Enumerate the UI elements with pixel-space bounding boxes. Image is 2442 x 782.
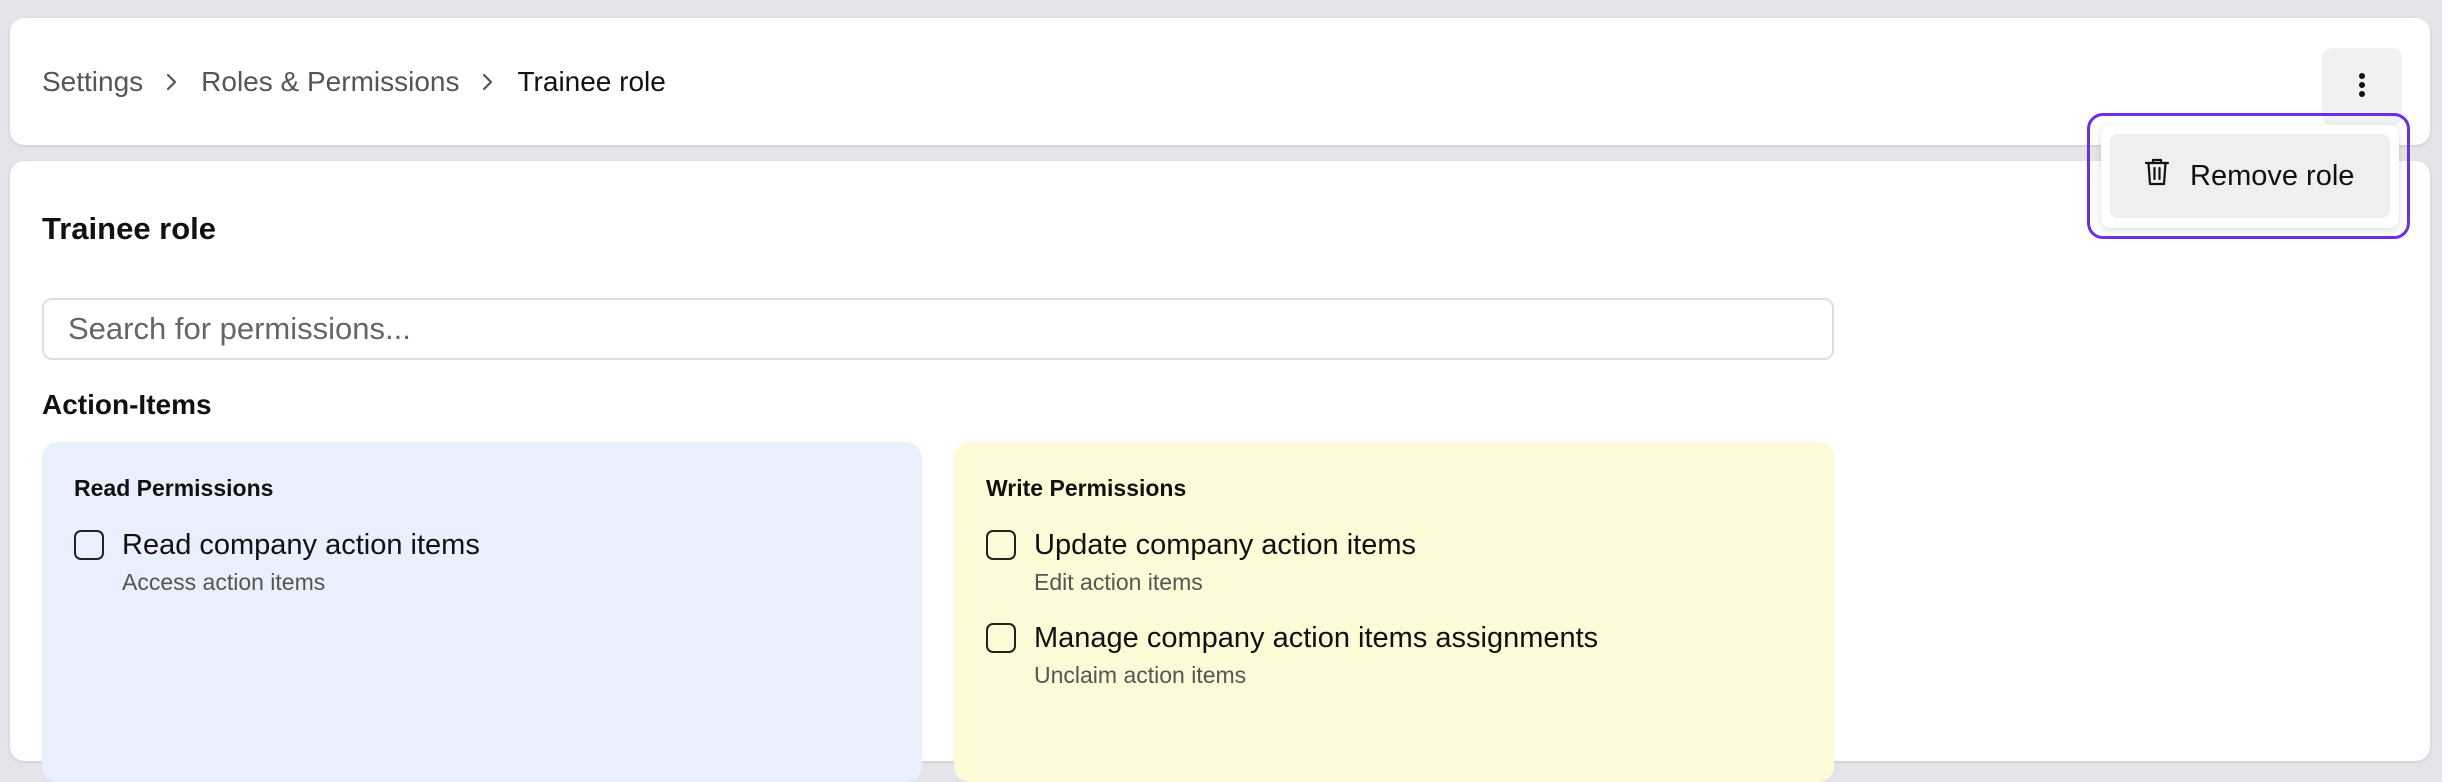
permission-checkbox[interactable]	[986, 623, 1016, 653]
remove-role-menu-item[interactable]: Remove role	[2110, 134, 2390, 218]
permission-checkbox[interactable]	[986, 530, 1016, 560]
permission-description: Access action items	[122, 569, 326, 595]
breadcrumb: Settings Roles & Permissions Trainee rol…	[42, 18, 666, 145]
breadcrumb-roles-permissions[interactable]: Roles & Permissions	[201, 66, 459, 98]
read-permissions-title: Read Permissions	[74, 475, 274, 501]
permission-item: Update company action items Edit action …	[986, 527, 1802, 596]
permission-label: Update company action items	[1034, 529, 1417, 561]
chevron-right-icon	[481, 71, 495, 93]
permission-checkbox[interactable]	[74, 530, 104, 560]
permission-text: Update company action items Edit action …	[1034, 527, 1416, 596]
section-title: Action-Items	[42, 389, 212, 420]
permission-description: Edit action items	[1034, 569, 1203, 595]
header-card: Settings Roles & Permissions Trainee rol…	[10, 18, 2430, 145]
read-permissions-box: Read Permissions Read company action ite…	[42, 442, 922, 782]
breadcrumb-settings[interactable]: Settings	[42, 66, 143, 98]
page-title: Trainee role	[42, 211, 217, 246]
permission-item: Read company action items Access action …	[74, 527, 890, 596]
write-permissions-title: Write Permissions	[986, 475, 1187, 501]
main-card: Trainee role Action-Items Read Permissio…	[10, 161, 2430, 782]
remove-role-label: Remove role	[2190, 159, 2355, 192]
permission-text: Manage company action items assignments …	[1034, 620, 1598, 689]
chevron-right-icon	[165, 71, 179, 93]
trash-icon	[2144, 157, 2190, 195]
search-input[interactable]	[42, 298, 1834, 360]
permission-label: Read company action items	[122, 529, 480, 561]
dropdown-menu: Remove role	[2101, 125, 2399, 228]
permission-item: Manage company action items assignments …	[986, 620, 1802, 689]
more-vertical-icon	[2358, 72, 2366, 103]
write-permissions-box: Write Permissions Update company action …	[954, 442, 1834, 782]
permission-label: Manage company action items assignments	[1034, 622, 1599, 654]
permission-description: Unclaim action items	[1034, 662, 1247, 688]
permission-text: Read company action items Access action …	[122, 527, 480, 596]
breadcrumb-current: Trainee role	[517, 65, 666, 97]
